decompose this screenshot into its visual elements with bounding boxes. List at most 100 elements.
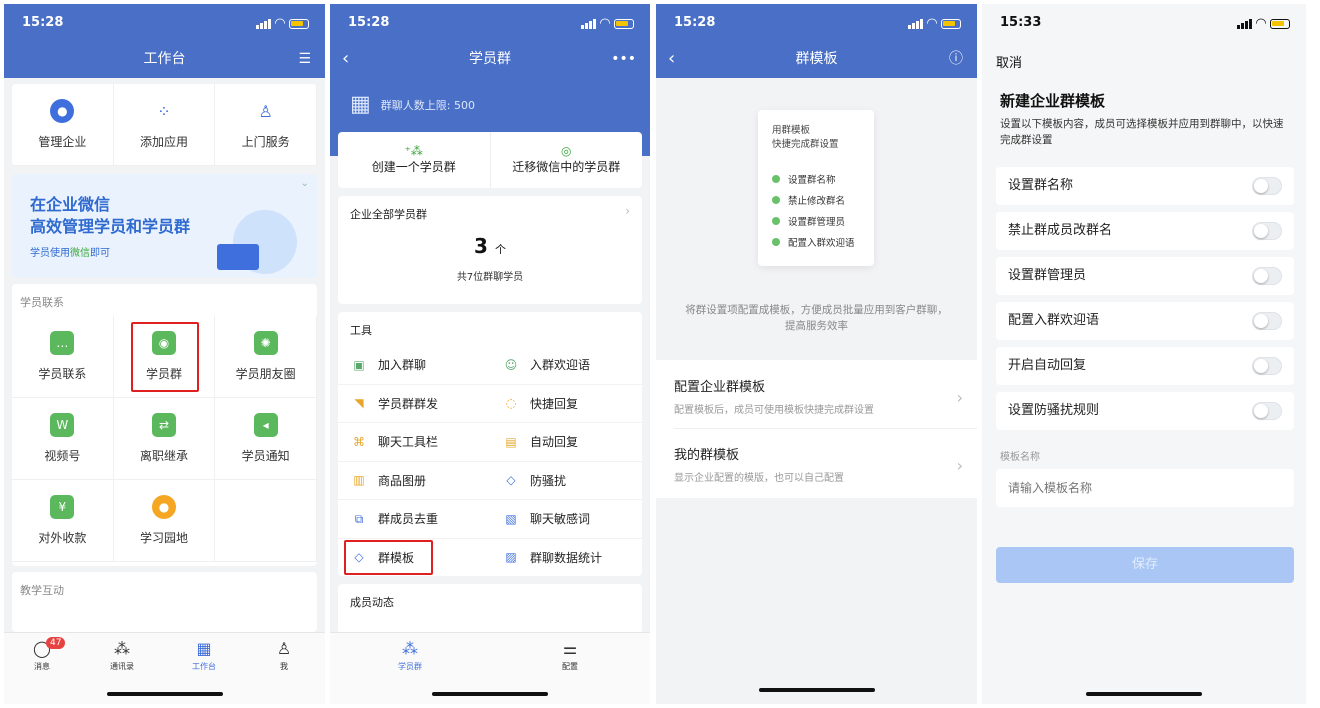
auto-reply-icon: ▤ <box>505 434 517 449</box>
wifi-icon: ◠ <box>1256 16 1266 31</box>
chart-icon: ▨ <box>505 550 517 565</box>
tab-student-group[interactable]: ⁂ 学员群 <box>380 639 440 672</box>
nav-bar: ‹ 学员群 ••• <box>330 40 650 78</box>
toggle-switch[interactable] <box>1252 177 1282 195</box>
create-group-button[interactable]: ⁺⁂ 创建一个学员群 <box>338 132 491 188</box>
tab-workbench[interactable]: ▦ 工作台 <box>174 639 234 672</box>
tab-config[interactable]: ⚌ 配置 <box>540 639 600 672</box>
promo-banner[interactable]: 在企业微信 高效管理学员和学员群 学员使用微信即可 ⌄ <box>12 174 317 278</box>
door-service-button[interactable]: ♙ 上门服务 <box>215 84 317 166</box>
status-bar: 15:28 ◠ <box>330 4 650 40</box>
battery-icon <box>289 18 309 29</box>
page-title: 新建企业群模板 <box>1000 92 1106 110</box>
status-bar: 15:28 ◠ <box>656 4 977 40</box>
toggle-switch[interactable] <box>1252 267 1282 285</box>
tool-sensitive-words[interactable]: ▧ 聊天敏感词 <box>490 500 642 539</box>
tab-bar: ◯ 消息 47 ⁂ 通讯录 ▦ 工作台 ♙ 我 <box>4 632 325 704</box>
tool-broadcast[interactable]: ◥ 学员群群发 <box>338 385 490 423</box>
template-name-input[interactable] <box>996 469 1294 507</box>
member-activity-card: 成员动态 <box>338 584 642 634</box>
toggle-switch[interactable] <box>1252 312 1282 330</box>
app-student-moments[interactable]: ✺ 学员朋友圈 <box>215 316 317 398</box>
aperture-icon: ✺ <box>253 331 278 355</box>
app-handover[interactable]: ⇄ 离职继承 <box>113 398 216 480</box>
signal-icon <box>1237 18 1252 29</box>
collapse-icon[interactable]: ⌄ <box>301 178 309 189</box>
more-icon[interactable]: ••• <box>611 40 636 78</box>
status-bar: 15:28 ◠ <box>4 4 325 40</box>
template-preview: 用群模板 快捷完成群设置 设置群名称 禁止修改群名 设置群管理员 配置入群欢迎语 <box>758 110 874 266</box>
tool-auto-reply[interactable]: ▤ 自动回复 <box>490 423 642 462</box>
configure-template-row[interactable]: 配置企业群模板 配置模板后，成员可使用模板快捷完成群设置 <box>674 376 874 416</box>
all-groups-card[interactable]: 企业全部学员群 › 3 个 共7位群聊学员 <box>338 196 642 304</box>
toggle-switch[interactable] <box>1252 402 1282 420</box>
check-icon <box>772 217 780 225</box>
info-icon[interactable]: ⓘ <box>949 40 963 78</box>
setting-welcome: 配置入群欢迎语 <box>996 302 1294 340</box>
battery-icon <box>614 18 634 29</box>
signal-icon <box>256 18 271 29</box>
student-group-screen: 15:28 ◠ ‹ 学员群 ••• ▦ 群聊人数上限: 500 ⁺⁂ 创建一个学员… <box>330 4 650 704</box>
app-student-contact[interactable]: … 学员联系 <box>12 316 114 398</box>
app-payment[interactable]: ¥ 对外收款 <box>12 480 114 562</box>
workbench-screen: 15:28 ◠ 工作台 ☰ ● 管理企业 ⁘ 添加应用 ♙ 上门服务 在企业微信 高效… <box>4 4 325 704</box>
signal-icon <box>581 18 596 29</box>
tool-join-group[interactable]: ▣ 加入群聊 <box>338 346 490 385</box>
add-app-button[interactable]: ⁘ 添加应用 <box>113 84 216 166</box>
banner-line2: 高效管理学员和学员群 <box>30 217 191 236</box>
toolbar-icon: ⌘ <box>353 434 365 449</box>
wifi-icon: ◠ <box>275 16 285 31</box>
check-icon <box>772 196 780 204</box>
chevron-right-icon: › <box>956 456 963 475</box>
qr-icon: ▣ <box>353 357 365 372</box>
group-template-screen: 15:28 ◠ ‹ 群模板 ⓘ 用群模板 快捷完成群设置 设置群名称 禁止修改群… <box>656 4 977 704</box>
home-indicator <box>1086 692 1202 696</box>
tool-anti-spam[interactable]: ◇ 防骚扰 <box>490 462 642 500</box>
save-button[interactable]: 保存 <box>996 547 1294 583</box>
catalog-icon: ▥ <box>353 473 365 488</box>
section-title: 学员联系 <box>20 296 64 309</box>
tool-dedupe[interactable]: ⧉ 群成员去重 <box>338 500 490 539</box>
settings-icon[interactable]: ☰ <box>298 40 311 78</box>
toggle-switch[interactable] <box>1252 222 1282 240</box>
cancel-button[interactable]: 取消 <box>996 52 1022 71</box>
nav-bar: 工作台 ☰ <box>4 40 325 78</box>
section-title: 教学互动 <box>20 584 64 597</box>
toggle-switch[interactable] <box>1252 357 1282 375</box>
manage-company-button[interactable]: ● 管理企业 <box>12 84 114 166</box>
tool-quick-reply[interactable]: ◌ 快捷回复 <box>490 385 642 423</box>
tool-welcome[interactable]: ☺ 入群欢迎语 <box>490 346 642 385</box>
app-notice[interactable]: ◂ 学员通知 <box>215 398 317 480</box>
setting-anti-spam: 设置防骚扰规则 <box>996 392 1294 430</box>
tool-chat-toolbar[interactable]: ⌘ 聊天工具栏 <box>338 423 490 462</box>
app-study-garden[interactable]: ● 学习园地 <box>113 480 216 562</box>
chat-icon: … <box>50 331 75 355</box>
yen-icon: ¥ <box>50 495 75 519</box>
tool-group-stats[interactable]: ▨ 群聊数据统计 <box>490 539 642 577</box>
my-template-row[interactable]: 我的群模板 显示企业配置的模版，也可以自己配置 <box>674 444 844 484</box>
group-limit: 群聊人数上限: 500 <box>380 98 475 112</box>
nav-bar: ‹ 群模板 ⓘ <box>656 40 977 78</box>
group-actions: ⁺⁂ 创建一个学员群 ◎ 迁移微信中的学员群 <box>338 132 642 188</box>
signal-icon <box>908 18 923 29</box>
setting-group-admin: 设置群管理员 <box>996 257 1294 295</box>
tab-messages[interactable]: ◯ 消息 47 <box>12 637 72 672</box>
tab-me[interactable]: ♙ 我 <box>254 639 314 672</box>
migrate-group-button[interactable]: ◎ 迁移微信中的学员群 <box>491 132 643 188</box>
rss-icon: ◥ <box>354 396 364 411</box>
transfer-icon: ⇄ <box>151 413 176 437</box>
app-channels[interactable]: W 视频号 <box>12 398 114 480</box>
new-template-screen: 15:33 ◠ 取消 新建企业群模板 设置以下模板内容，成员可选择模板并应用到群… <box>982 4 1306 704</box>
back-icon[interactable]: ‹ <box>668 40 675 78</box>
setting-auto-reply: 开启自动回复 <box>996 347 1294 385</box>
grid-icon: ▦ <box>196 639 212 658</box>
tab-contacts[interactable]: ⁂ 通讯录 <box>92 639 152 672</box>
tool-catalog[interactable]: ▥ 商品图册 <box>338 462 490 500</box>
banner-line1: 在企业微信 <box>30 195 111 214</box>
page-description: 设置以下模板内容，成员可选择模板并应用到群聊中，以快速完成群设置 <box>1000 118 1284 146</box>
back-icon[interactable]: ‹ <box>342 40 349 78</box>
chevron-right-icon: › <box>956 388 963 407</box>
sensitive-icon: ▧ <box>505 511 517 526</box>
wifi-icon: ◠ <box>927 16 937 31</box>
setting-group-name: 设置群名称 <box>996 167 1294 205</box>
